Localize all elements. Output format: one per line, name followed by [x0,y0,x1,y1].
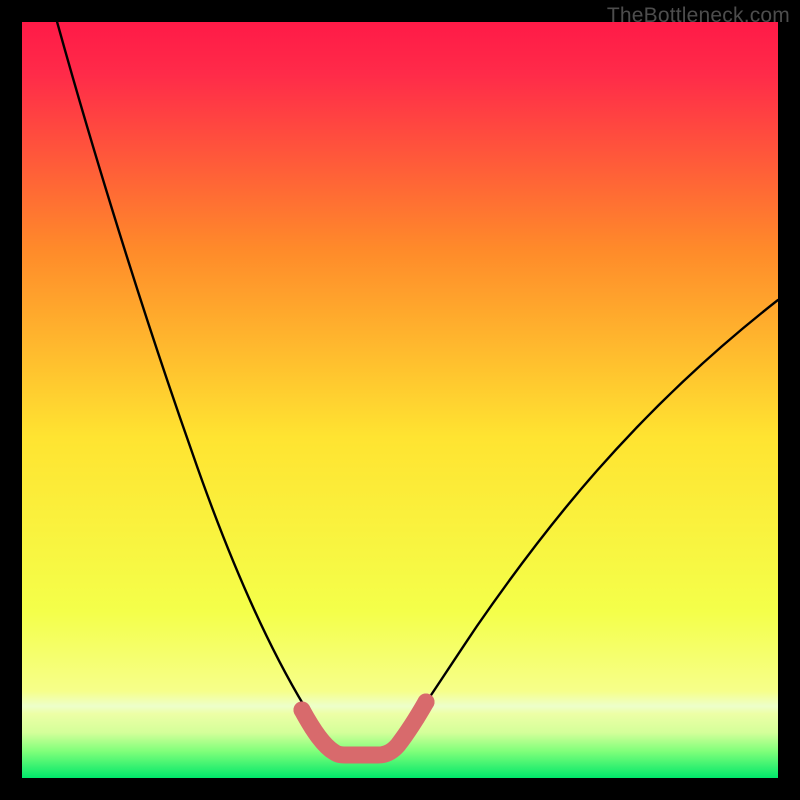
basin-dot-left [294,702,311,719]
plot-svg [22,22,778,778]
basin-dot-3 [409,710,425,726]
basin-dot-2 [304,720,320,736]
basin-dot-right [418,694,435,711]
chart-frame: TheBottleneck.com [0,0,800,800]
plot-area [22,22,778,778]
watermark-text: TheBottleneck.com [607,4,790,28]
